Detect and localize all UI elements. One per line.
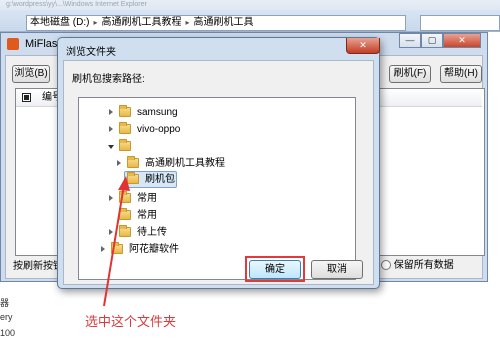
annotation-text: 选中这个文件夹 xyxy=(85,314,177,329)
annotation-arrow xyxy=(103,176,130,307)
